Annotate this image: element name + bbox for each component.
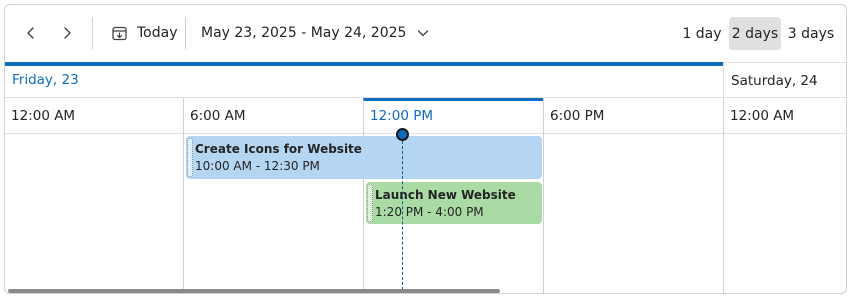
- grid-line: [543, 134, 544, 293]
- time-slot-label: 6:00 PM: [543, 98, 723, 134]
- event-time: 10:00 AM - 12:30 PM: [195, 159, 320, 173]
- event-create-icons[interactable]: Create Icons for Website 10:00 AM - 12:3…: [186, 136, 542, 179]
- event-launch-website[interactable]: Launch New Website 1:20 PM - 4:00 PM: [366, 182, 542, 224]
- time-slot-label-current: 12:00 PM: [363, 98, 543, 134]
- chevron-left-icon: [27, 27, 34, 39]
- scheduler: Today May 23, 2025 - May 24, 2025 1 day …: [4, 4, 847, 294]
- day-label: Friday, 23: [12, 72, 79, 88]
- calendar-today-icon: [112, 26, 127, 40]
- horizontal-scrollbar[interactable]: [8, 289, 500, 293]
- day-label: Saturday, 24: [731, 73, 818, 89]
- next-button[interactable]: [51, 17, 83, 49]
- toolbar-divider: [185, 17, 186, 49]
- date-range-dropdown[interactable]: May 23, 2025 - May 24, 2025: [197, 17, 434, 49]
- time-header-row: 12:00 AM 6:00 AM 12:00 PM 6:00 PM 12:00 …: [5, 98, 846, 134]
- date-range-label: May 23, 2025 - May 24, 2025: [201, 25, 407, 41]
- chevron-down-icon: [418, 30, 429, 37]
- time-slot-label: 12:00 AM: [11, 108, 76, 124]
- view-3-days-button[interactable]: 3 days: [785, 17, 837, 50]
- view-label: 1 day: [682, 25, 722, 42]
- scheduler-toolbar: Today May 23, 2025 - May 24, 2025 1 day …: [5, 5, 846, 62]
- day-header-row: Friday, 23 Saturday, 24: [5, 62, 846, 98]
- current-time-marker: [396, 128, 409, 141]
- today-button[interactable]: Today: [107, 17, 182, 49]
- toolbar-divider: [92, 17, 93, 49]
- previous-button[interactable]: [15, 17, 47, 49]
- day-header-friday[interactable]: Friday, 23: [5, 62, 723, 98]
- view-label: 2 days: [731, 25, 779, 42]
- view-label: 3 days: [787, 25, 835, 42]
- event-title: Create Icons for Website: [195, 142, 362, 156]
- today-label: Today: [137, 25, 178, 41]
- chevron-right-icon: [64, 27, 71, 39]
- time-slot-label: 6:00 AM: [183, 98, 363, 134]
- time-slot-label: 12:00 AM: [723, 98, 846, 134]
- grid-line: [723, 134, 724, 293]
- day-header-saturday[interactable]: Saturday, 24: [723, 62, 846, 98]
- event-time: 1:20 PM - 4:00 PM: [375, 205, 484, 219]
- view-2-days-button[interactable]: 2 days: [729, 17, 781, 50]
- grid-line: [183, 134, 184, 293]
- view-1-day-button[interactable]: 1 day: [680, 17, 724, 50]
- event-title: Launch New Website: [375, 188, 516, 202]
- current-time-line: [402, 136, 403, 293]
